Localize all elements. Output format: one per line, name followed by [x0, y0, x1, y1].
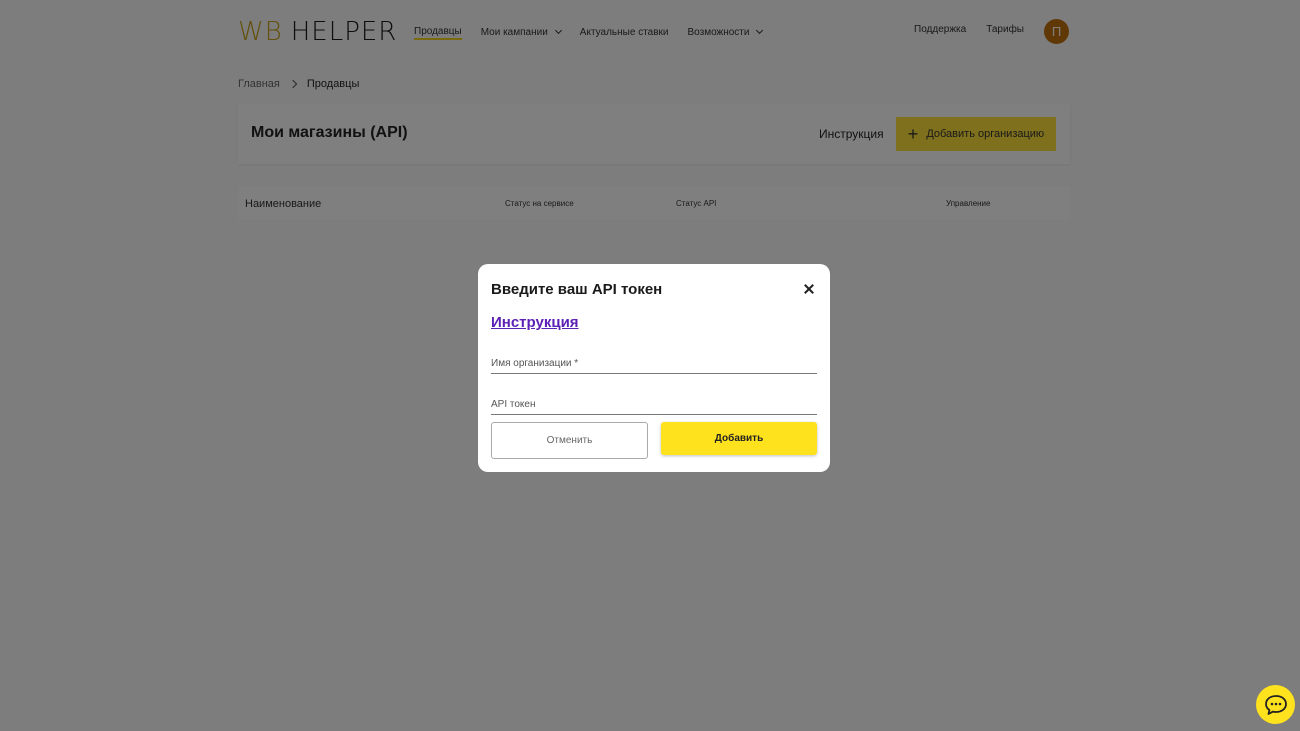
dialog-instruction-link[interactable]: Инструкция: [491, 314, 579, 331]
api-token-input[interactable]: [491, 399, 817, 414]
org-name-field: [491, 353, 817, 374]
dialog-title: Введите ваш API токен: [491, 281, 663, 298]
api-token-dialog: Введите ваш API токен Инструкция Отменит…: [478, 264, 830, 472]
cancel-button[interactable]: Отменить: [491, 422, 648, 459]
add-button[interactable]: Добавить: [661, 422, 817, 455]
chat-bubble-icon: [1264, 694, 1287, 715]
chat-widget-button[interactable]: [1256, 685, 1295, 724]
org-name-input[interactable]: [491, 358, 817, 373]
close-icon[interactable]: [801, 281, 817, 297]
api-token-field: [491, 394, 817, 415]
